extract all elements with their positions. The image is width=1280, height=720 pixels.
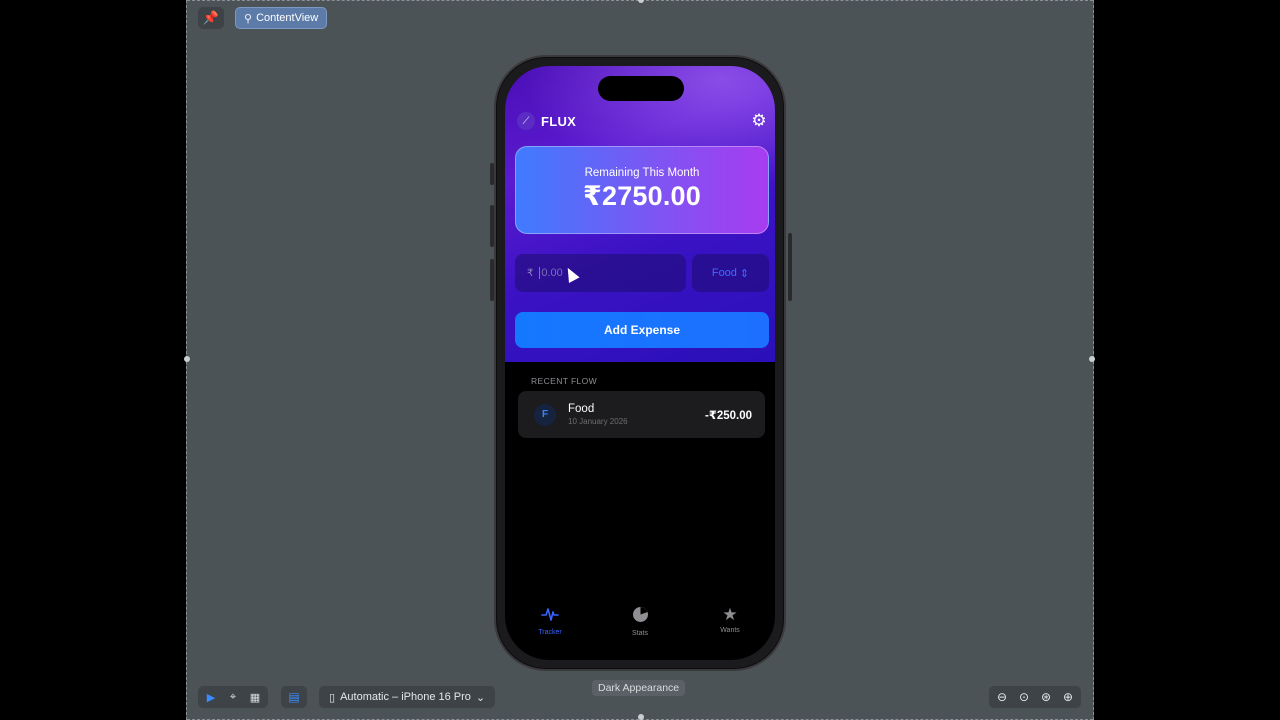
power-button (788, 233, 792, 301)
zoom-controls: ⊖ ⊙ ⊛ ⊕ (989, 686, 1081, 708)
balance-card: Remaining This Month ₹2750.00 (515, 146, 769, 234)
chevron-down-icon: ⌄ (475, 691, 486, 704)
brand-logo-icon: ⟋ (517, 112, 535, 130)
balance-label: Remaining This Month (584, 167, 700, 179)
iphone-frame: ⟋ FLUX ⚙ Remaining This Month ₹2750.00 ₹… (490, 55, 792, 671)
balance-value: ₹2750.00 (583, 181, 701, 211)
resize-handle-right[interactable] (1089, 356, 1095, 362)
preview-chip[interactable]: ⚲ ContentView (235, 7, 328, 29)
dynamic-island (598, 76, 684, 101)
tab-stats[interactable]: Stats (610, 606, 670, 646)
cursor-select-icon: ⌖ (229, 690, 237, 703)
category-picker[interactable]: Food ⇕ (692, 254, 769, 292)
zoom-actual-button[interactable]: ⊙ (1015, 688, 1033, 706)
currency-symbol: ₹ (527, 267, 534, 279)
waveform-icon (541, 606, 559, 626)
chevron-up-down-icon: ⇕ (739, 267, 750, 280)
tab-wants-label: Wants (720, 627, 740, 634)
tab-stats-label: Stats (632, 630, 648, 637)
transaction-text: Food 10 January 2026 (568, 403, 705, 426)
star-icon: ★ (722, 605, 738, 624)
grid-icon: ▦ (249, 691, 261, 704)
category-badge: F (534, 403, 556, 426)
resize-handle-left[interactable] (184, 356, 190, 362)
tab-tracker[interactable]: Tracker (520, 606, 580, 646)
device-settings-icon: ▤ (288, 690, 300, 704)
category-picker-value: Food (711, 267, 737, 279)
live-preview-button[interactable]: ▶ (201, 688, 221, 706)
resize-handle-bottom[interactable] (638, 714, 644, 720)
gear-icon[interactable]: ⚙ (750, 112, 768, 130)
pin-icon: 📌 (202, 10, 220, 25)
play-icon: ▶ (206, 691, 216, 704)
action-button (490, 163, 494, 185)
device-selector-label: Automatic – iPhone 16 Pro (340, 691, 471, 703)
zoom-out-icon: ⊖ (996, 690, 1008, 704)
preview-chip-label: ContentView (256, 12, 319, 24)
brand-name: FLUX (541, 113, 577, 129)
volume-down-button (490, 259, 494, 301)
resize-handle-top[interactable] (638, 0, 644, 3)
zoom-in-button[interactable]: ⊕ (1059, 688, 1077, 706)
phone-icon: ▯ (329, 691, 336, 704)
transaction-amount: -₹250.00 (704, 409, 752, 422)
pie-chart-icon (632, 606, 649, 627)
variants-button[interactable]: ▦ (245, 688, 265, 706)
zoom-out-button[interactable]: ⊖ (993, 688, 1011, 706)
recent-section-title: RECENT FLOW (531, 376, 598, 386)
amount-field[interactable]: ₹ (515, 254, 686, 292)
volume-up-button (490, 205, 494, 247)
brand: ⟋ FLUX (517, 112, 576, 130)
amount-input[interactable] (539, 267, 660, 279)
zoom-in-icon: ⊕ (1062, 690, 1074, 704)
app-screen: ⟋ FLUX ⚙ Remaining This Month ₹2750.00 ₹… (505, 66, 775, 660)
device-selector[interactable]: ▯ Automatic – iPhone 16 Pro ⌄ (319, 686, 496, 708)
tab-bar: Tracker Stats ★ Wants (505, 606, 775, 646)
transaction-date: 10 January 2026 (568, 417, 628, 426)
selectable-mode-button[interactable]: ⌖ (223, 688, 243, 706)
transaction-category: Food (568, 403, 595, 415)
appearance-label: Dark Appearance (592, 680, 686, 696)
add-expense-button[interactable]: Add Expense (515, 312, 769, 348)
list-item[interactable]: F Food 10 January 2026 -₹250.00 (518, 391, 765, 438)
pin-icon: ⚲ (244, 12, 253, 25)
preview-mode-controls: ▶ ⌖ ▦ (198, 686, 268, 708)
zoom-fit-icon: ⊛ (1040, 690, 1052, 704)
tab-tracker-label: Tracker (538, 629, 562, 636)
zoom-fit-button[interactable]: ⊛ (1037, 688, 1055, 706)
pin-preview-button[interactable]: 📌 (198, 7, 224, 29)
device-settings-button[interactable]: ▤ (281, 686, 307, 708)
tab-wants[interactable]: ★ Wants (700, 606, 760, 646)
zoom-actual-icon: ⊙ (1018, 690, 1030, 704)
